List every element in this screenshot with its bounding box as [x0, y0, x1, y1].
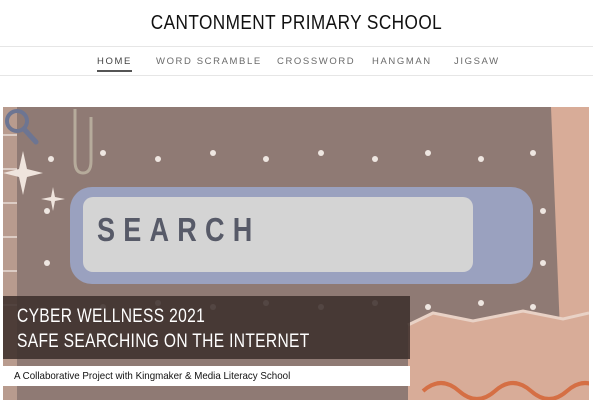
subcaption-text: A Collaborative Project with Kingmaker &…: [14, 370, 291, 382]
hero-caption: CYBER WELLNESS 2021 SAFE SEARCHING ON TH…: [3, 296, 410, 359]
site-title[interactable]: CANTONMENT PRIMARY SCHOOL: [151, 12, 442, 35]
site-header: CANTONMENT PRIMARY SCHOOL: [0, 0, 593, 46]
nav-item-crossword[interactable]: CROSSWORD: [277, 56, 355, 67]
nav-item-jigsaw[interactable]: JIGSAW: [454, 56, 500, 67]
caption-title: CYBER WELLNESS 2021: [17, 306, 206, 327]
search-word: SEARCH: [97, 211, 261, 248]
hero-subcaption: A Collaborative Project with Kingmaker &…: [3, 366, 410, 386]
magnifier-icon: [5, 109, 39, 145]
nav-item-word-scramble[interactable]: WORD SCRAMBLE: [156, 56, 262, 67]
main-nav: HOME WORD SCRAMBLE CROSSWORD HANGMAN JIG…: [0, 46, 593, 76]
nav-item-hangman[interactable]: HANGMAN: [372, 56, 432, 67]
caption-subtitle: SAFE SEARCHING ON THE INTERNET: [17, 331, 310, 352]
nav-item-home[interactable]: HOME: [97, 56, 132, 72]
